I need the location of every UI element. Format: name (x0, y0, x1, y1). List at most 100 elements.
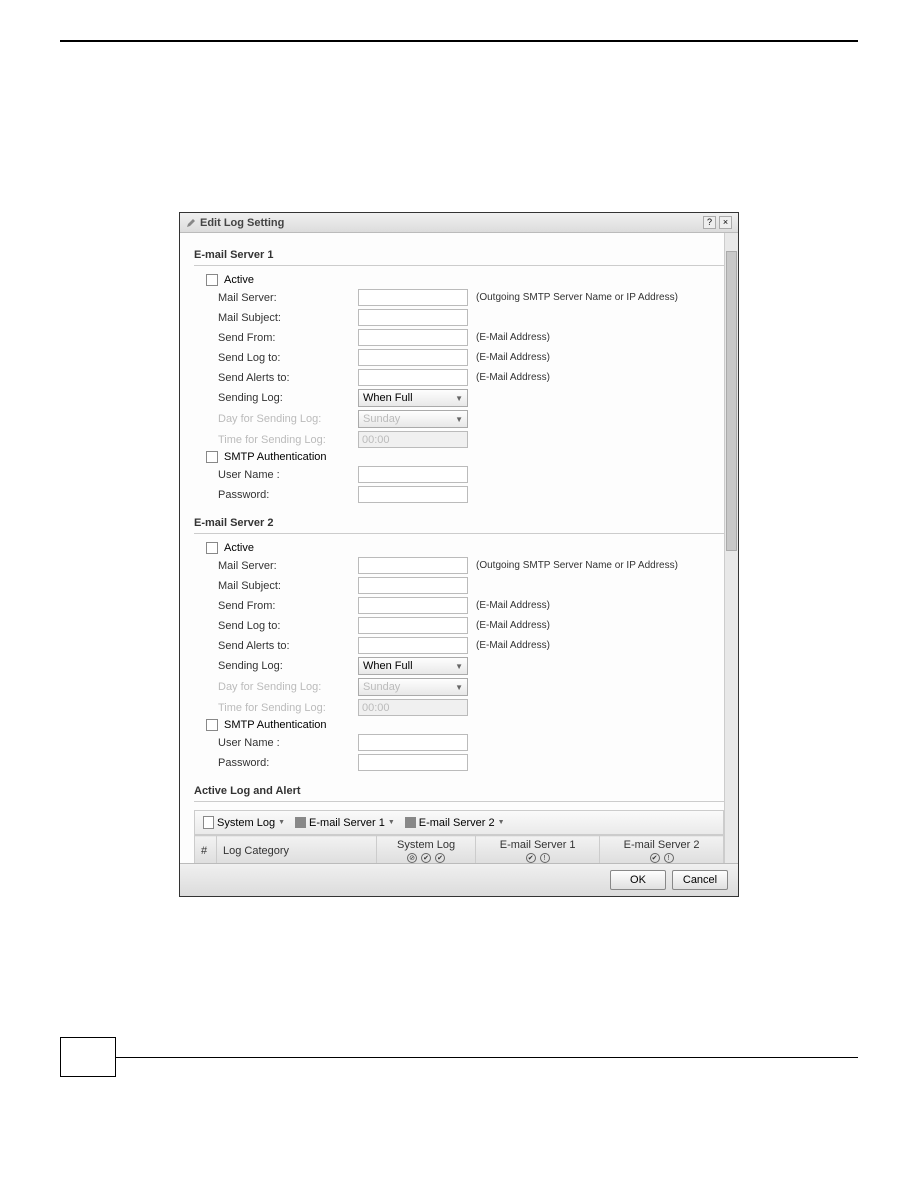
section-active-log: Active Log and Alert (194, 785, 724, 797)
send-log-to-input-1[interactable] (358, 349, 468, 366)
smtp-auth-checkbox-1[interactable] (206, 451, 218, 463)
col-label: E-mail Server 1 (482, 839, 593, 851)
mail-server-label: Mail Server: (218, 560, 358, 572)
alert-icon[interactable]: ! (540, 853, 550, 863)
mail-server-label: Mail Server: (218, 292, 358, 304)
check-icon[interactable]: ✔ (650, 853, 660, 863)
username-label: User Name : (218, 469, 358, 481)
mail-subject-input-1[interactable] (358, 309, 468, 326)
send-from-hint: (E-Mail Address) (476, 600, 550, 611)
log-table: # Log Category System Log ⊘ ✔ ✔ E-mail Ser… (194, 835, 724, 863)
check-icon[interactable]: ✔ (435, 853, 445, 863)
close-button[interactable]: × (719, 216, 732, 229)
send-log-to-input-2[interactable] (358, 617, 468, 634)
smtp-auth-label: SMTP Authentication (224, 719, 327, 731)
send-from-input-1[interactable] (358, 329, 468, 346)
toolbar-system-log[interactable]: System Log▼ (203, 816, 285, 829)
day-for-sending-label: Day for Sending Log: (218, 681, 358, 693)
send-alerts-to-hint: (E-Mail Address) (476, 640, 550, 651)
mail-server-input-1[interactable] (358, 289, 468, 306)
scroll-thumb[interactable] (726, 251, 737, 551)
dialog-body: E-mail Server 1 Active Mail Server: (Outg… (180, 233, 738, 863)
mail-subject-label: Mail Subject: (218, 312, 358, 324)
mail-subject-input-2[interactable] (358, 577, 468, 594)
mail-server-input-2[interactable] (358, 557, 468, 574)
active-checkbox-1[interactable] (206, 274, 218, 286)
toolbar-email-server-2[interactable]: E-mail Server 2▼ (405, 817, 505, 829)
square-icon (405, 817, 416, 828)
smtp-auth-label: SMTP Authentication (224, 451, 327, 463)
chevron-down-icon: ▼ (388, 819, 395, 826)
disable-icon[interactable]: ⊘ (407, 853, 417, 863)
day-for-sending-value: Sunday (363, 681, 400, 693)
dialog-title: Edit Log Setting (186, 217, 284, 229)
toolbar-label: System Log (217, 817, 275, 829)
check-icon[interactable]: ✔ (526, 853, 536, 863)
section-email-server-1: E-mail Server 1 (194, 249, 724, 261)
day-for-sending-select-1: Sunday ▼ (358, 410, 468, 428)
smtp-auth-checkbox-2[interactable] (206, 719, 218, 731)
dialog-title-text: Edit Log Setting (200, 217, 284, 229)
send-log-to-hint: (E-Mail Address) (476, 352, 550, 363)
send-alerts-to-input-2[interactable] (358, 637, 468, 654)
time-for-sending-label: Time for Sending Log: (218, 434, 358, 446)
sending-log-label: Sending Log: (218, 392, 358, 404)
chevron-down-icon: ▼ (455, 394, 463, 403)
top-rule (60, 40, 858, 42)
document-icon (203, 816, 214, 829)
password-input-1[interactable] (358, 486, 468, 503)
square-icon (295, 817, 306, 828)
col-category[interactable]: Log Category (217, 836, 377, 864)
col-label: System Log (383, 839, 469, 851)
dialog: manualshive.com Edit Log Setting ? × E-m… (179, 212, 739, 897)
active-label: Active (224, 542, 254, 554)
log-toolbar: System Log▼ E-mail Server 1▼ E-mail Serv… (194, 810, 724, 835)
section-rule (194, 801, 724, 802)
send-alerts-to-label: Send Alerts to: (218, 640, 358, 652)
time-for-sending-label: Time for Sending Log: (218, 702, 358, 714)
mail-subject-label: Mail Subject: (218, 580, 358, 592)
chevron-down-icon: ▼ (498, 819, 505, 826)
col-email-server-1[interactable]: E-mail Server 1 ✔! (476, 836, 600, 864)
chevron-down-icon: ▼ (455, 415, 463, 424)
day-for-sending-value: Sunday (363, 413, 400, 425)
ok-button[interactable]: OK (610, 870, 666, 890)
sending-log-select-1[interactable]: When Full ▼ (358, 389, 468, 407)
username-input-2[interactable] (358, 734, 468, 751)
page-footer (60, 1037, 858, 1077)
active-label: Active (224, 274, 254, 286)
help-button[interactable]: ? (703, 216, 716, 229)
scrollbar[interactable] (724, 233, 738, 863)
password-input-2[interactable] (358, 754, 468, 771)
username-input-1[interactable] (358, 466, 468, 483)
send-log-to-label: Send Log to: (218, 352, 358, 364)
dialog-header: Edit Log Setting ? × (180, 213, 738, 233)
time-for-sending-input-1 (358, 431, 468, 448)
sending-log-label: Sending Log: (218, 660, 358, 672)
send-from-input-2[interactable] (358, 597, 468, 614)
active-checkbox-2[interactable] (206, 542, 218, 554)
cancel-button[interactable]: Cancel (672, 870, 728, 890)
section-email-server-2: E-mail Server 2 (194, 517, 724, 529)
col-label: E-mail Server 2 (606, 839, 717, 851)
col-num[interactable]: # (195, 836, 217, 864)
sending-log-select-2[interactable]: When Full▼ (358, 657, 468, 675)
chevron-down-icon: ▼ (455, 662, 463, 671)
send-alerts-to-input-1[interactable] (358, 369, 468, 386)
password-label: Password: (218, 757, 358, 769)
alert-icon[interactable]: ! (664, 853, 674, 863)
send-from-label: Send From: (218, 332, 358, 344)
bottom-rule (116, 1057, 858, 1058)
mail-server-hint: (Outgoing SMTP Server Name or IP Address… (476, 292, 678, 303)
check-icon[interactable]: ✔ (421, 853, 431, 863)
send-log-to-hint: (E-Mail Address) (476, 620, 550, 631)
send-alerts-to-label: Send Alerts to: (218, 372, 358, 384)
sending-log-value: When Full (363, 392, 413, 404)
col-email-server-2[interactable]: E-mail Server 2 ✔! (600, 836, 724, 864)
toolbar-email-server-1[interactable]: E-mail Server 1▼ (295, 817, 395, 829)
chevron-down-icon: ▼ (455, 683, 463, 692)
section-rule (194, 265, 724, 266)
dialog-footer: OK Cancel (180, 863, 738, 896)
col-system-log[interactable]: System Log ⊘ ✔ ✔ (377, 836, 476, 864)
send-from-hint: (E-Mail Address) (476, 332, 550, 343)
